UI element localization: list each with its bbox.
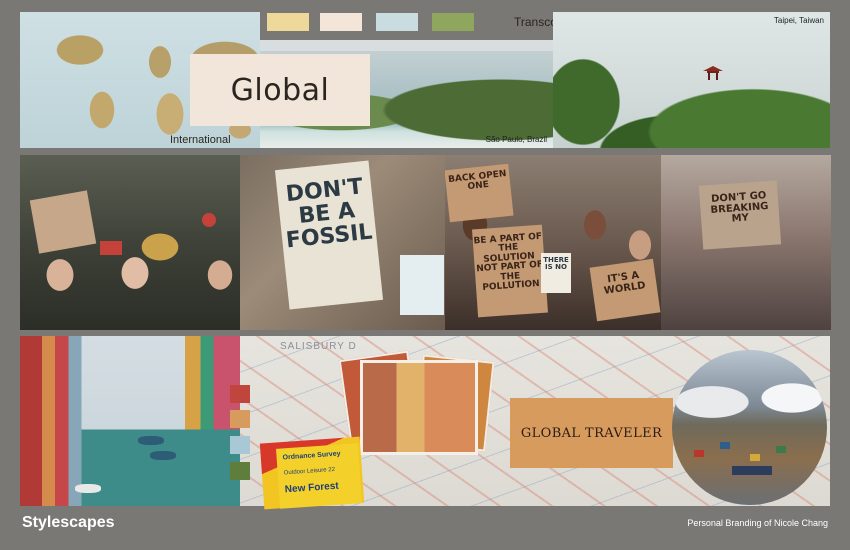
house (694, 450, 704, 457)
palette-chip-green (230, 462, 250, 480)
sign-its-a-world: IT'S A WORLD (589, 258, 661, 322)
sign-be-part-of-solution: BE A PART OF THE SOLUTION NOT PART OF TH… (472, 224, 548, 318)
red-sign (100, 241, 122, 255)
personal-branding-label: Personal Branding of Nicole Chang (687, 518, 828, 528)
pavilion-icon (703, 66, 723, 80)
global-traveler-title: GLOBAL TRAVELER (520, 425, 663, 441)
protest-crowd-photo (20, 155, 240, 330)
sign-dont-be-a-fossil: DON'T BE A FOSSIL (274, 160, 384, 310)
protest-dont-be-fossil-photo: DON'T BE A FOSSIL (240, 155, 445, 330)
protest-dont-go-breaking-photo: DON'T GO BREAKING MY (661, 155, 831, 330)
os-title-label: New Forest (284, 480, 340, 496)
sign-dont-go-breaking: DON'T GO BREAKING MY (698, 180, 782, 250)
sao-paulo-caption: São Paulo, Brazil (485, 135, 547, 144)
swatch-yellow (267, 13, 309, 31)
palette-chip-red (230, 385, 250, 403)
swatch-green (432, 13, 474, 31)
swatch-cream (320, 13, 362, 31)
sign-there-is-no: THERE IS NO (541, 253, 571, 293)
global-title: Global (230, 72, 330, 108)
house (776, 446, 786, 453)
sign-back-open: BACK OPEN ONE (445, 163, 514, 223)
stylescapes-label: Stylescapes (22, 514, 115, 531)
swatch-light-blue (376, 13, 418, 31)
boat (75, 484, 101, 493)
arctic-village-photo (672, 350, 827, 505)
boat (150, 451, 176, 460)
taipei-hills-photo: Taipei, Taiwan (553, 12, 830, 148)
house (720, 442, 730, 449)
cardboard-sign (29, 190, 97, 254)
palette-chip-orange (230, 410, 250, 428)
small-sign (400, 255, 444, 315)
venice-canal-photo (20, 336, 240, 506)
map-place-label: SALISBURY D (280, 341, 357, 352)
os-subtitle-label: Outdoor Leisure 22 (283, 466, 336, 477)
protest-solution-photo: BACK OPEN ONE BE A PART OF THE SOLUTION … (445, 155, 661, 330)
house (750, 454, 760, 461)
palette-chip-blue (230, 436, 250, 454)
boat (138, 436, 164, 445)
international-label: International (170, 134, 231, 146)
os-brand-label: Ordnance Survey (282, 450, 341, 462)
global-title-card: Global (190, 54, 370, 126)
global-traveler-card: GLOBAL TRAVELER (510, 398, 673, 468)
taipei-caption: Taipei, Taiwan (773, 16, 824, 25)
alley-photo-print (360, 360, 478, 455)
ordnance-survey-map-cover: Ordnance Survey Outdoor Leisure 22 New F… (276, 443, 362, 509)
house (732, 466, 772, 475)
road-sign (202, 213, 216, 227)
